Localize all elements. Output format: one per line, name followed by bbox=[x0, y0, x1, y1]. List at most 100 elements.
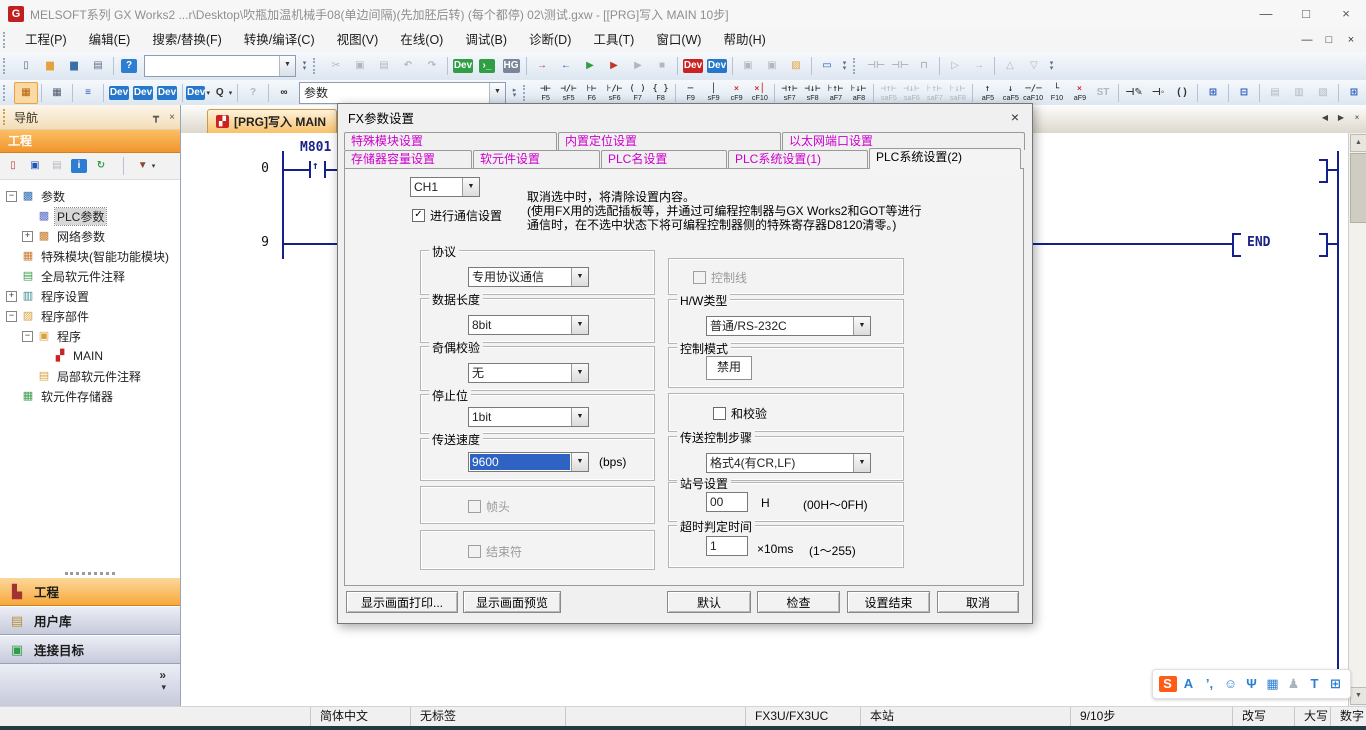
tree-item-global-comment[interactable]: ▤ 全局软元件注释 bbox=[0, 266, 180, 286]
note-edit-icon[interactable]: ▧ bbox=[1311, 82, 1335, 104]
tree-item-special-module[interactable]: ▦ 特殊模块(智能功能模块) bbox=[0, 246, 180, 266]
falling-pulse-close-branch-button[interactable]: ⊦↓⊢saF8 bbox=[946, 81, 969, 104]
horizontal-line-button[interactable]: ─F9 bbox=[679, 81, 702, 104]
device-display-icon[interactable]: Dev bbox=[186, 82, 210, 104]
monitor-read-icon[interactable]: ▶ bbox=[578, 55, 602, 77]
check-button[interactable]: 检查 bbox=[757, 591, 840, 613]
tree-item-program-setting[interactable]: + ▥ 程序设置 bbox=[0, 286, 180, 306]
default-button[interactable]: 默认 bbox=[667, 591, 751, 613]
close-contact-button[interactable]: ⊣/⊢sF5 bbox=[557, 81, 580, 104]
preview-screen-button[interactable]: 显示画面预览 bbox=[463, 591, 561, 613]
coil-edit-icon[interactable]: ( ) bbox=[1170, 82, 1194, 104]
find-target-combo[interactable]: 参数 ▼ bbox=[299, 82, 506, 104]
data-property-icon[interactable]: i bbox=[68, 156, 90, 176]
device-skip-icon[interactable]: ▷ bbox=[943, 55, 967, 77]
ime-skin-icon[interactable]: T bbox=[1304, 673, 1325, 695]
communication-setting-checkbox[interactable]: 进行通信设置 bbox=[412, 207, 502, 224]
more-options-icon[interactable]: ▾ bbox=[161, 682, 166, 693]
tree-item-local-comment[interactable]: ▤ 局部软元件注释 bbox=[0, 366, 180, 386]
toolbar-overflow-icon[interactable]: ▾▾ bbox=[299, 55, 310, 77]
data-length-select[interactable]: 8bit▼ bbox=[468, 315, 589, 335]
tab-close-icon[interactable]: × bbox=[1350, 111, 1364, 125]
menu-view[interactable]: 视图(V) bbox=[326, 29, 390, 51]
falling-pulse-close-button[interactable]: ⊣↓⊢saF6 bbox=[900, 81, 923, 104]
refresh-view-icon[interactable]: ↻ bbox=[90, 156, 112, 176]
ime-language-icon[interactable]: A bbox=[1178, 673, 1199, 695]
paste-icon[interactable]: ▤ bbox=[372, 55, 396, 77]
redo-icon[interactable]: ↷ bbox=[420, 55, 444, 77]
menu-help[interactable]: 帮助(H) bbox=[712, 29, 776, 51]
tree-item-plc-parameter[interactable]: ▩ PLC参数 bbox=[0, 206, 180, 226]
rising-pulse-branch-button[interactable]: ⊦↑⊢aF7 bbox=[824, 81, 847, 104]
ime-person-icon[interactable]: ♟ bbox=[1283, 673, 1304, 695]
rising-pulse-close-button[interactable]: ⊣↑⊢saF5 bbox=[877, 81, 900, 104]
window-prev-icon[interactable]: ▣ bbox=[736, 55, 760, 77]
tab-scroll-right-icon[interactable]: ▶ bbox=[1334, 111, 1348, 125]
application-instruction-button[interactable]: { }F8 bbox=[649, 81, 672, 104]
toolbar-overflow-icon[interactable]: ▸▾ bbox=[509, 82, 520, 104]
open-branch-button[interactable]: ⊦⊢F6 bbox=[580, 81, 603, 104]
tab-plc-name[interactable]: PLC名设置 bbox=[601, 150, 727, 168]
paste-data-icon[interactable]: ▤ bbox=[46, 156, 68, 176]
ladder-edit-icon[interactable]: ⊣✎ bbox=[1122, 82, 1146, 104]
tab-plc-system-2[interactable]: PLC系统设置(2) bbox=[869, 148, 1021, 169]
panel-close-icon[interactable]: × bbox=[164, 112, 180, 123]
nav-button-connection[interactable]: ▣ 连接目标 bbox=[0, 635, 180, 664]
tab-scroll-left-icon[interactable]: ◀ bbox=[1318, 111, 1332, 125]
tree-item-pou[interactable]: − ▨ 程序部件 bbox=[0, 306, 180, 326]
device-hex-icon[interactable]: HG bbox=[499, 55, 523, 77]
nav-button-project[interactable]: ▙ 工程 bbox=[0, 577, 180, 606]
mdi-minimize-button[interactable]: — bbox=[1296, 34, 1318, 46]
copy-icon[interactable]: ▣ bbox=[348, 55, 372, 77]
rising-pulse-button[interactable]: ⊣↑⊢sF7 bbox=[778, 81, 801, 104]
menu-debug[interactable]: 调试(B) bbox=[454, 29, 518, 51]
open-project-icon[interactable]: ▆ bbox=[38, 55, 62, 77]
print-icon[interactable]: ▤ bbox=[86, 55, 110, 77]
task-list-icon[interactable]: ≡ bbox=[76, 82, 100, 104]
monitor-stop-icon[interactable]: ■ bbox=[650, 55, 674, 77]
open-contact-button[interactable]: ⊣⊢F5 bbox=[534, 81, 557, 104]
help-icon[interactable]: ? bbox=[117, 55, 141, 77]
mdi-restore-button[interactable]: □ bbox=[1318, 34, 1340, 46]
new-project-icon[interactable]: ▯ bbox=[14, 55, 38, 77]
expand-chevron-icon[interactable]: » bbox=[159, 668, 166, 682]
monitor-window-icon[interactable]: ▭ bbox=[815, 55, 839, 77]
falling-pulse-branch-button[interactable]: ⊦↓⊢aF8 bbox=[847, 81, 870, 104]
new-data-icon[interactable]: ▯ bbox=[2, 156, 24, 176]
stop-bit-select[interactable]: 1bit▼ bbox=[468, 407, 589, 427]
tree-item-parameter[interactable]: − ▩ 参数 bbox=[0, 186, 180, 206]
scrollbar-thumb[interactable] bbox=[1350, 153, 1366, 223]
sort-filter-icon[interactable]: ▼ bbox=[134, 156, 156, 176]
parity-select[interactable]: 无▼ bbox=[468, 363, 589, 383]
vertical-scrollbar[interactable]: ▲ ▼ bbox=[1348, 133, 1366, 706]
timeout-input[interactable]: 1 bbox=[706, 536, 748, 556]
statement-edit-icon[interactable]: ▥ bbox=[1287, 82, 1311, 104]
device-memory-edit-icon[interactable]: Dev bbox=[705, 55, 729, 77]
mdi-close-button[interactable]: × bbox=[1340, 34, 1362, 46]
inline-st-insert-icon[interactable]: ⊟ bbox=[1232, 82, 1256, 104]
baud-rate-select[interactable]: 9600▼ bbox=[468, 452, 589, 472]
pulse-down-button[interactable]: ↓caF5 bbox=[999, 81, 1022, 104]
falling-pulse-button[interactable]: ⊣↓⊢sF8 bbox=[801, 81, 824, 104]
pulse-up-button[interactable]: ↑aF5 bbox=[976, 81, 999, 104]
ime-emoji-icon[interactable]: ☺ bbox=[1220, 673, 1241, 695]
coil-button[interactable]: ( )F7 bbox=[626, 81, 649, 104]
menu-online[interactable]: 在线(O) bbox=[389, 29, 454, 51]
cut-icon[interactable]: ✂ bbox=[324, 55, 348, 77]
undo-icon[interactable]: ↶ bbox=[396, 55, 420, 77]
device-run-icon[interactable]: → bbox=[967, 55, 991, 77]
contact-edit-icon[interactable]: ⊣◦ bbox=[1146, 82, 1170, 104]
finish-button[interactable]: 设置结束 bbox=[847, 591, 930, 613]
tree-item-network-parameter[interactable]: + ▩ 网络参数 bbox=[0, 226, 180, 246]
combo-dropdown-icon[interactable]: ▼ bbox=[489, 83, 505, 103]
device-find-icon[interactable]: Dev bbox=[451, 55, 475, 77]
toolbar-overflow-icon[interactable]: ▾▾ bbox=[1046, 55, 1057, 77]
navigation-toggle-icon[interactable]: ▦ bbox=[14, 82, 38, 104]
save-project-icon[interactable]: ▆ bbox=[62, 55, 86, 77]
tab-plc-system-1[interactable]: PLC系统设置(1) bbox=[728, 150, 868, 168]
watch-start-icon[interactable]: ⊣⊢ bbox=[864, 55, 888, 77]
copy-data-icon[interactable]: ▣ bbox=[24, 156, 46, 176]
device-comment-list-icon[interactable]: Dev bbox=[107, 82, 131, 104]
device-search-icon[interactable]: Q bbox=[210, 82, 234, 104]
maximize-button[interactable]: □ bbox=[1286, 3, 1326, 25]
